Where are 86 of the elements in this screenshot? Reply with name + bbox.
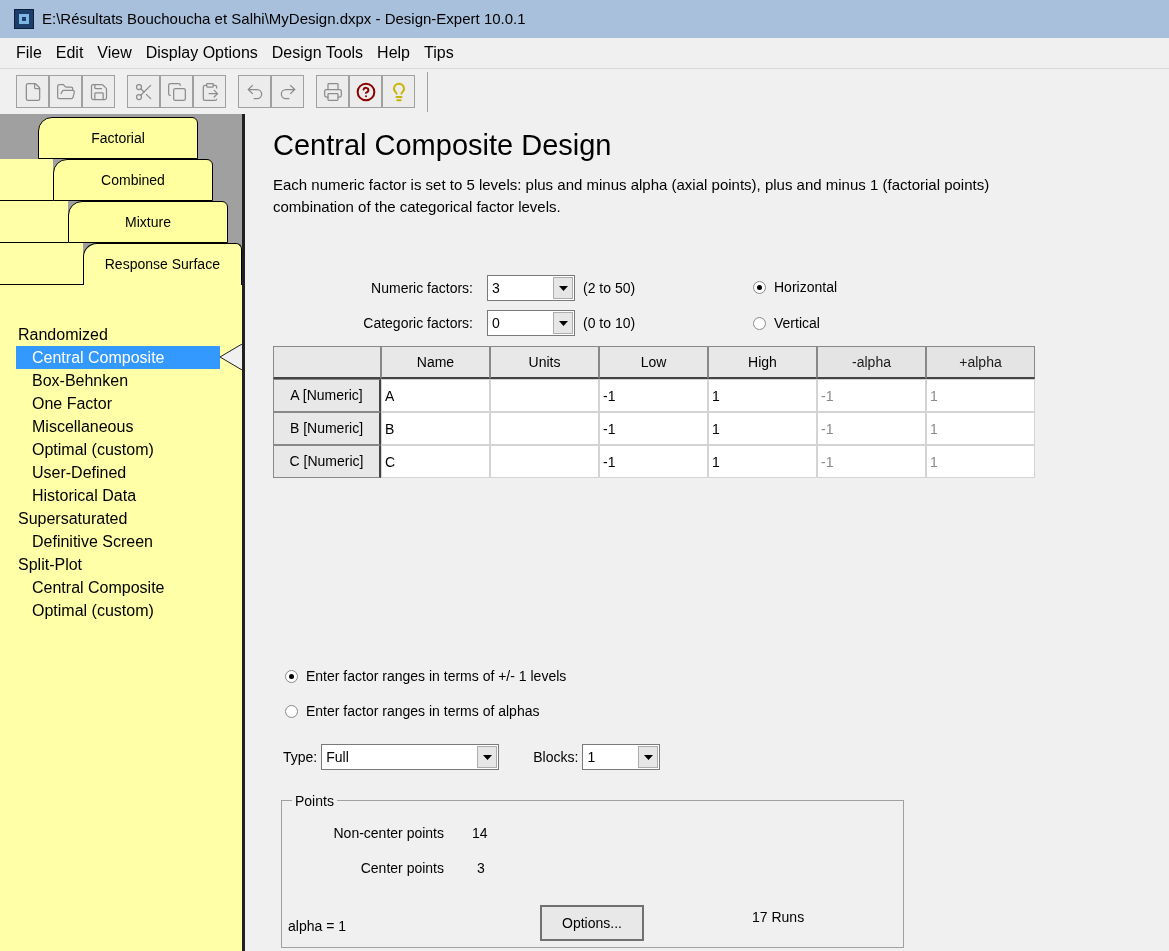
- table-cell[interactable]: A: [381, 379, 490, 412]
- design-list-item[interactable]: Historical Data: [16, 484, 220, 507]
- radio-label[interactable]: Enter factor ranges in terms of +/- 1 levels: [306, 666, 567, 687]
- runs-count: 17 Runs: [752, 908, 805, 927]
- dropdown-field[interactable]: Full: [321, 744, 500, 770]
- range-hint: (2 to 50): [583, 278, 636, 298]
- alpha-value: alpha = 1: [288, 917, 347, 936]
- table-cell[interactable]: [490, 445, 599, 478]
- window-title: E:\Résultats Bouchoucha et Salhi\MyDesign.dxpx - Design-Expert 10.0.1: [42, 8, 526, 29]
- dropdown-field[interactable]: 3: [487, 275, 575, 301]
- group-label[interactable]: Split-Plot: [16, 553, 220, 576]
- caret-icon: [477, 746, 498, 768]
- copy-icon: [166, 81, 187, 102]
- description-text: combination of the categorical factor levels.: [273, 197, 562, 217]
- radio-label[interactable]: Horizontal: [774, 277, 838, 298]
- dropdown-field[interactable]: 1: [582, 744, 661, 770]
- design-tab[interactable]: Factorial: [38, 117, 198, 159]
- dropdown-field[interactable]: 0: [487, 310, 575, 336]
- menu-item[interactable]: View: [97, 41, 132, 65]
- menu-item[interactable]: Edit: [55, 41, 84, 65]
- row-header[interactable]: B [Numeric]: [273, 412, 381, 445]
- design-tab[interactable]: Combined: [53, 159, 213, 201]
- design-list-item[interactable]: Definitive Screen: [16, 530, 220, 553]
- group-label[interactable]: Randomized: [16, 323, 220, 346]
- folder-icon: [55, 81, 76, 102]
- caret-icon: [638, 746, 659, 768]
- design-tab[interactable]: Response Surface: [82, 243, 242, 285]
- tab-flap: [0, 159, 53, 201]
- point-count: 3: [477, 859, 485, 878]
- radio-label[interactable]: Enter factor ranges in terms of alphas: [306, 701, 540, 722]
- field-label: Numeric factors:: [370, 278, 474, 298]
- field-label: Type:: [283, 747, 318, 767]
- description-text: Each numeric factor is set to 5 levels: plus and minus alpha (axial points), plus and minus 1 (factorial points): [273, 175, 991, 195]
- field-label: Non-center points: [332, 824, 444, 843]
- menu-item[interactable]: Design Tools: [271, 41, 364, 65]
- group-label[interactable]: Supersaturated: [16, 507, 220, 530]
- column-header[interactable]: High: [708, 346, 817, 379]
- row-header[interactable]: A [Numeric]: [273, 379, 381, 412]
- caret-icon: [553, 277, 573, 299]
- design-list-item[interactable]: Box-Behnken: [16, 369, 220, 392]
- floppy-icon: [88, 81, 109, 102]
- field-label: Blocks:: [533, 747, 579, 767]
- point-count: 14: [472, 824, 488, 843]
- range-hint: (0 to 10): [583, 313, 636, 333]
- radio-label[interactable]: Vertical: [774, 313, 820, 334]
- radio-button[interactable]: [753, 281, 766, 294]
- pointer-icon: [220, 344, 242, 370]
- table-cell[interactable]: 1: [708, 412, 817, 445]
- options-button[interactable]: Options...: [540, 905, 644, 941]
- table-cell[interactable]: 1: [708, 445, 817, 478]
- table-cell[interactable]: C: [381, 445, 490, 478]
- table-cell[interactable]: -1: [599, 445, 708, 478]
- help-icon: [355, 81, 376, 102]
- menu-item[interactable]: Tips: [424, 41, 454, 65]
- design-list-item[interactable]: User-Defined: [16, 461, 220, 484]
- caret-icon: [553, 312, 573, 334]
- field-label: Categoric factors:: [362, 313, 474, 333]
- menu-item[interactable]: File: [16, 41, 42, 65]
- table-cell[interactable]: -1: [599, 379, 708, 412]
- field-label: Center points: [359, 859, 444, 878]
- toolbar-button[interactable]: [349, 75, 382, 108]
- table-cell[interactable]: -1: [599, 412, 708, 445]
- design-list-item[interactable]: Optimal (custom): [16, 599, 220, 622]
- design-tab[interactable]: Mixture: [68, 201, 228, 243]
- radio-button[interactable]: [285, 670, 298, 683]
- design-list-item[interactable]: Central Composite: [16, 576, 220, 599]
- column-header[interactable]: Name: [381, 346, 490, 379]
- menu-item[interactable]: Display Options: [145, 41, 258, 65]
- table-cell[interactable]: 1: [708, 379, 817, 412]
- printer-icon: [322, 81, 343, 102]
- column-header[interactable]: Units: [490, 346, 599, 379]
- page-title: Central Composite Design: [273, 128, 613, 163]
- radio-button[interactable]: [285, 705, 298, 718]
- radio-button[interactable]: [753, 317, 766, 330]
- design-list-item[interactable]: Optimal (custom): [16, 438, 220, 461]
- menu-item[interactable]: Help: [377, 41, 410, 65]
- column-header[interactable]: Low: [599, 346, 708, 379]
- design-list-item[interactable]: Miscellaneous: [16, 415, 220, 438]
- app-logo-icon: [14, 9, 34, 29]
- table-cell[interactable]: [490, 379, 599, 412]
- scissors-icon: [133, 81, 154, 102]
- tab-flap: [0, 201, 68, 243]
- table-cell[interactable]: [490, 412, 599, 445]
- design-list-item[interactable]: One Factor: [16, 392, 220, 415]
- row-header[interactable]: C [Numeric]: [273, 445, 381, 478]
- table-cell[interactable]: B: [381, 412, 490, 445]
